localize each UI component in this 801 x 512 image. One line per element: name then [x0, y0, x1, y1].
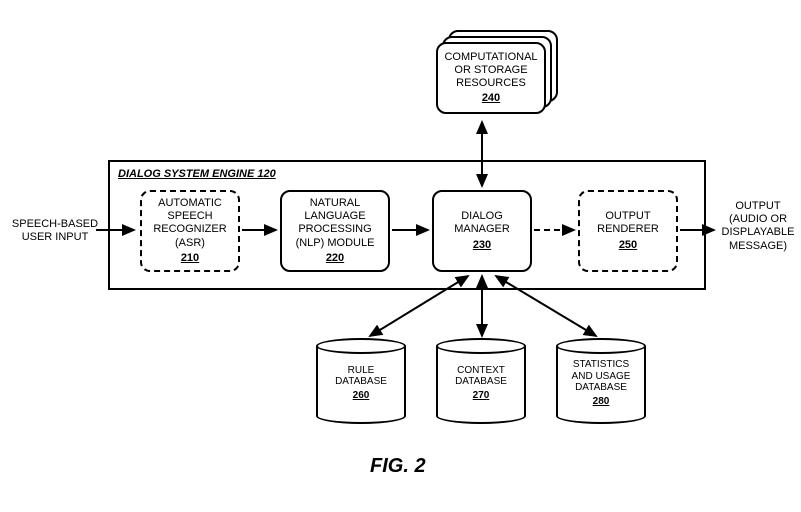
context-db-num: 270 [473, 390, 490, 402]
asr-box: AUTOMATIC SPEECH RECOGNIZER (ASR) 210 [140, 190, 240, 272]
context-db-title: CONTEXT DATABASE [455, 365, 507, 388]
output-label: OUTPUT (AUDIO OR DISPLAYABLE MESSAGE) [716, 200, 800, 253]
stats-db-num: 280 [593, 396, 610, 408]
context-db: CONTEXT DATABASE 270 [436, 338, 526, 424]
resources-title: COMPUTATIONAL OR STORAGE RESOURCES [444, 51, 537, 91]
engine-title: DIALOG SYSTEM ENGINE 120 [118, 168, 276, 180]
nlp-title: NATURAL LANGUAGE PROCESSING (NLP) MODULE [296, 197, 375, 250]
input-label: SPEECH-BASED USER INPUT [10, 218, 100, 244]
stats-db-title: STATISTICS AND USAGE DATABASE [572, 359, 631, 394]
dialog-box: DIALOG MANAGER 230 [432, 190, 532, 272]
renderer-box: OUTPUT RENDERER 250 [578, 190, 678, 272]
figure-label: FIG. 2 [370, 455, 426, 478]
renderer-title: OUTPUT RENDERER [597, 210, 659, 236]
asr-title: AUTOMATIC SPEECH RECOGNIZER (ASR) [153, 197, 226, 250]
nlp-num: 220 [326, 252, 344, 265]
rule-db-title: RULE DATABASE [335, 365, 387, 388]
nlp-box: NATURAL LANGUAGE PROCESSING (NLP) MODULE… [280, 190, 390, 272]
rule-db: RULE DATABASE 260 [316, 338, 406, 424]
renderer-num: 250 [619, 239, 637, 252]
stats-db: STATISTICS AND USAGE DATABASE 280 [556, 338, 646, 424]
rule-db-num: 260 [353, 390, 370, 402]
dialog-num: 230 [473, 239, 491, 252]
resources-num: 240 [482, 92, 500, 105]
asr-num: 210 [181, 252, 199, 265]
dialog-title: DIALOG MANAGER [454, 210, 510, 236]
resources-box: COMPUTATIONAL OR STORAGE RESOURCES 240 [436, 42, 546, 114]
